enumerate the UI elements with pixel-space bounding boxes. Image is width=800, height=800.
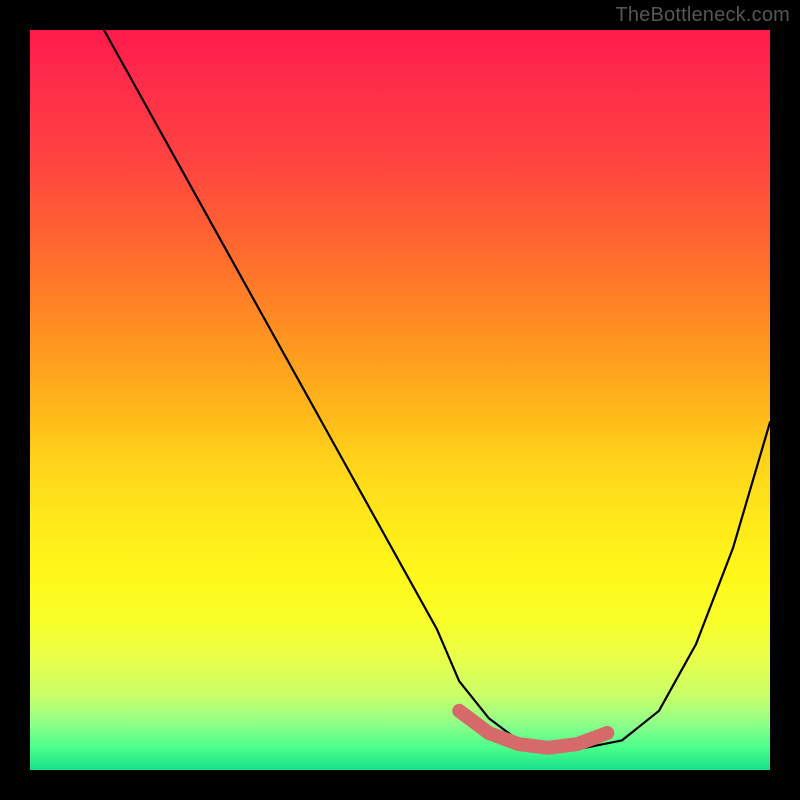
optimum-marker-dot [600, 726, 614, 740]
bottleneck-curve [104, 30, 770, 748]
chart-svg [30, 30, 770, 770]
chart-frame: TheBottleneck.com [0, 0, 800, 800]
watermark-text: TheBottleneck.com [615, 4, 790, 27]
plot-area [30, 30, 770, 770]
optimum-marker-band [459, 711, 607, 748]
